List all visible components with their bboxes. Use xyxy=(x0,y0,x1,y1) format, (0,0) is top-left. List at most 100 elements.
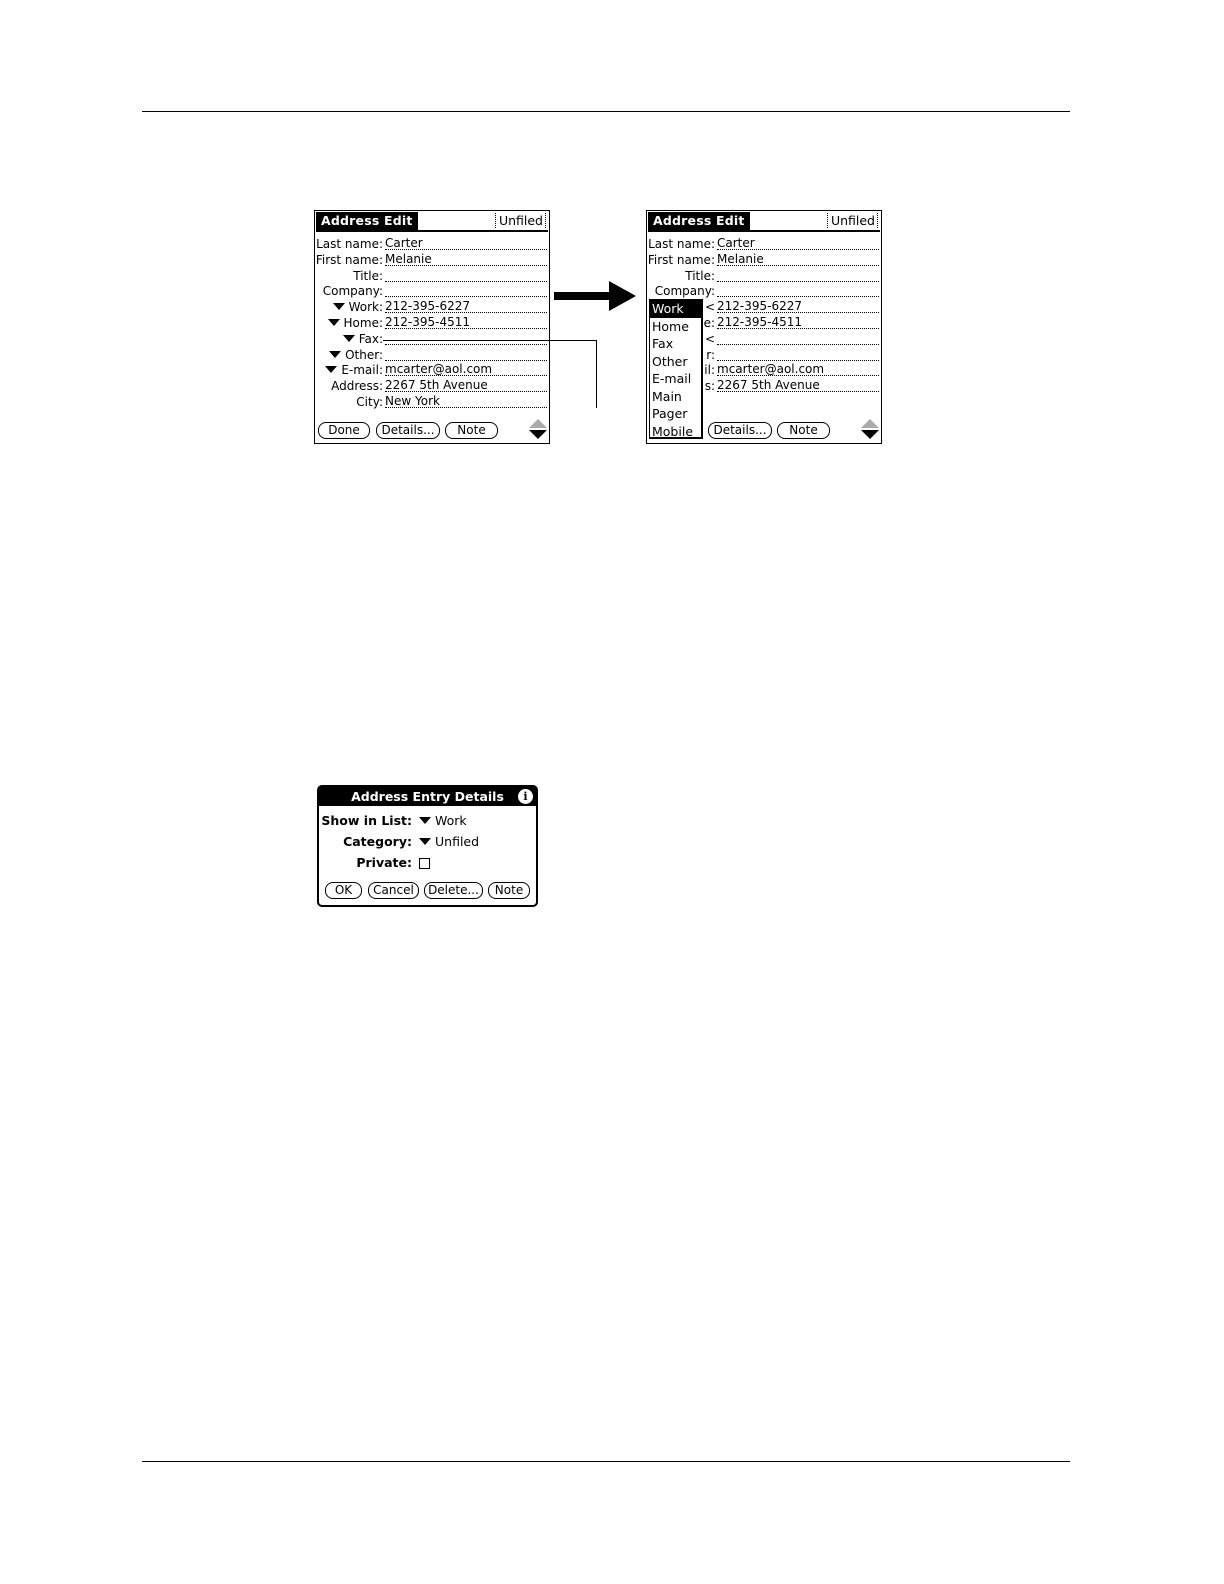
field-label-text: First name: xyxy=(315,252,383,267)
category-row: Category: Unfiled xyxy=(319,833,536,851)
field-label: r: xyxy=(706,347,715,363)
show-in-list-picker[interactable]: Work xyxy=(419,812,467,830)
private-checkbox[interactable] xyxy=(419,858,430,869)
popup-item[interactable]: Pager xyxy=(650,405,701,423)
field-label: < xyxy=(705,331,715,347)
field-label-text: First name: xyxy=(647,252,715,267)
note-button[interactable]: Note xyxy=(488,882,530,899)
phone-type-popup-list: Work Home Fax Other E-mail Main Pager Mobile xyxy=(649,299,703,439)
field-row: Company: xyxy=(315,283,549,299)
field-input[interactable]: 212-395-6227 xyxy=(385,299,547,314)
field-label-text: Title: xyxy=(353,268,383,283)
field-row: Fax: xyxy=(315,331,549,347)
field-label: Title: xyxy=(685,268,715,284)
field-label: Last name: xyxy=(648,236,715,252)
field-label-text: Other: xyxy=(345,347,383,362)
popup-item[interactable]: Mobile xyxy=(650,423,701,441)
field-input[interactable] xyxy=(717,347,879,361)
field-input[interactable] xyxy=(385,283,547,298)
popup-item[interactable]: Home xyxy=(650,318,701,336)
field-label[interactable]: Other: xyxy=(329,347,383,363)
address-entry-details-dialog: Address Entry Details i Show in List: Wo… xyxy=(317,785,538,907)
field-label-text: Company: xyxy=(322,284,383,299)
done-button[interactable]: Done xyxy=(318,422,370,439)
dialog-title-text: Address Entry Details xyxy=(351,789,504,804)
field-row: Other: xyxy=(315,347,549,363)
field-label[interactable]: Fax: xyxy=(342,331,383,347)
field-input[interactable]: mcarter@aol.com xyxy=(717,362,879,377)
popup-item[interactable]: Work xyxy=(650,300,701,318)
field-row: First name: Melanie xyxy=(315,252,549,268)
popup-item[interactable]: Fax xyxy=(650,335,701,353)
field-input[interactable]: 2267 5th Avenue xyxy=(385,378,547,393)
scroll-arrows-icon[interactable] xyxy=(528,418,548,440)
field-label-text: Last name: xyxy=(316,237,383,251)
field-row: Title: xyxy=(647,268,881,284)
dropdown-triangle-icon xyxy=(327,319,340,326)
field-input[interactable]: Carter xyxy=(717,236,879,250)
field-label: First name: xyxy=(316,252,383,268)
dropdown-triangle-icon xyxy=(329,350,342,358)
delete-button[interactable]: Delete... xyxy=(424,882,483,899)
field-label-text: Fax: xyxy=(358,331,383,346)
field-input[interactable]: 212-395-6227 xyxy=(717,299,879,314)
field-input[interactable] xyxy=(717,268,879,282)
details-button[interactable]: Details... xyxy=(708,422,772,439)
field-label: Company: xyxy=(655,283,715,299)
callout-line xyxy=(383,340,597,341)
field-label[interactable]: Home: xyxy=(327,315,383,331)
popup-item[interactable]: Other xyxy=(650,353,701,371)
info-icon[interactable]: i xyxy=(518,789,533,804)
field-input[interactable]: Melanie xyxy=(717,252,879,266)
header-rule xyxy=(142,111,1070,112)
field-label: Last name: xyxy=(316,236,383,252)
callout-line-vertical xyxy=(596,340,597,408)
title-bar: Address Edit Unfiled xyxy=(648,212,880,232)
field-input[interactable]: 212-395-4511 xyxy=(717,315,879,329)
scroll-arrows-icon[interactable] xyxy=(860,418,880,440)
popup-item[interactable]: E-mail xyxy=(650,370,701,388)
field-label[interactable]: Work: xyxy=(332,299,383,315)
address-edit-screen: Address Edit Unfiled Last name: Carter Fir… xyxy=(314,210,550,444)
screen-title: Address Edit xyxy=(648,212,750,230)
note-button[interactable]: Note xyxy=(445,422,498,439)
dropdown-triangle-icon xyxy=(332,303,345,311)
field-label-text: < xyxy=(704,331,715,346)
field-input[interactable] xyxy=(385,331,547,345)
private-row: Private: xyxy=(319,854,536,872)
category-picker[interactable]: Unfiled xyxy=(494,213,546,228)
field-row: Last name: Carter xyxy=(315,236,549,252)
field-input[interactable]: Melanie xyxy=(385,252,547,266)
field-label-text: s: xyxy=(704,379,715,394)
field-row: City: New York xyxy=(315,394,549,410)
field-row: E-mail: mcarter@aol.com xyxy=(315,362,549,378)
field-label: City: xyxy=(356,394,383,410)
dropdown-triangle-icon xyxy=(419,817,431,824)
category-picker[interactable]: Unfiled xyxy=(419,833,479,851)
field-label: First name: xyxy=(648,252,715,268)
details-button[interactable]: Details... xyxy=(376,422,440,439)
ok-button[interactable]: OK xyxy=(325,882,362,899)
field-row: Work: 212-395-6227 xyxy=(315,299,549,315)
field-input[interactable]: 212-395-4511 xyxy=(385,315,547,329)
popup-item[interactable]: Main xyxy=(650,388,701,406)
field-label-text: Home: xyxy=(343,316,383,330)
field-input[interactable] xyxy=(717,283,879,298)
field-input[interactable] xyxy=(717,331,879,345)
field-label[interactable]: E-mail: xyxy=(325,362,383,378)
note-button[interactable]: Note xyxy=(777,422,830,439)
field-input[interactable] xyxy=(385,268,547,282)
field-input[interactable]: mcarter@aol.com xyxy=(385,362,547,377)
field-label: Title: xyxy=(353,268,383,284)
dropdown-triangle-icon xyxy=(342,334,355,342)
field-label: e: xyxy=(704,315,715,331)
field-input[interactable]: New York xyxy=(385,394,547,408)
field-input[interactable]: 2267 5th Avenue xyxy=(717,378,879,393)
show-in-list-value: Work xyxy=(435,813,467,828)
field-input[interactable] xyxy=(385,347,547,361)
cancel-button[interactable]: Cancel xyxy=(368,882,419,899)
category-label: Category: xyxy=(343,834,412,849)
field-input[interactable]: Carter xyxy=(385,236,547,250)
show-in-list-label: Show in List: xyxy=(321,813,412,828)
category-picker[interactable]: Unfiled xyxy=(826,213,878,228)
